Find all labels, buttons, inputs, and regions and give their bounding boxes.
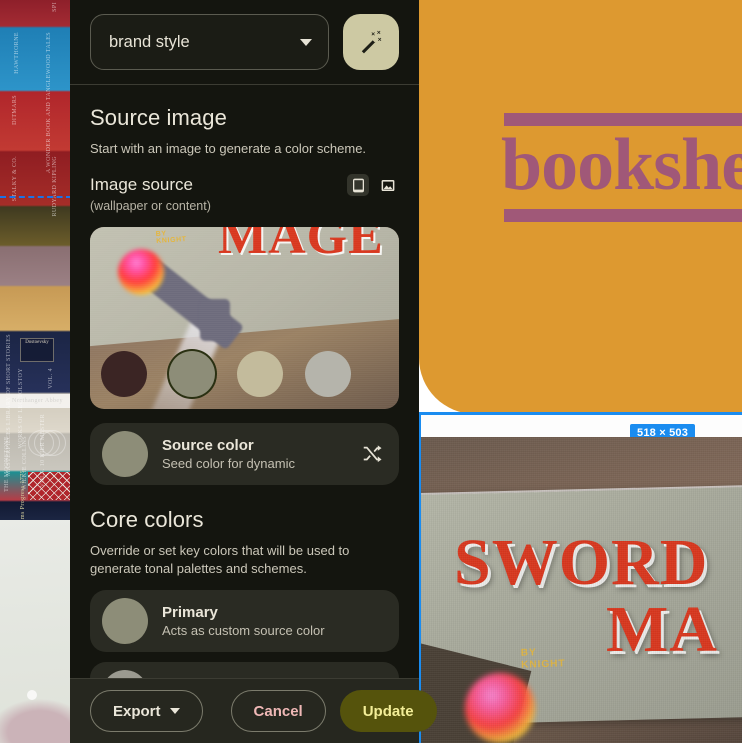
theme-builder-panel: brand style × × × Source image Start wit… xyxy=(70,0,437,743)
source-color-tile[interactable]: Source color Seed color for dynamic xyxy=(90,423,399,485)
extracted-swatch[interactable] xyxy=(101,351,147,397)
panel-footer: Export Cancel Update xyxy=(70,678,437,743)
core-colors-title: Core colors xyxy=(90,507,204,532)
cancel-button[interactable]: Cancel xyxy=(230,690,326,732)
measurement-guide-line xyxy=(0,196,72,198)
book-spine-label: VOL. 4 xyxy=(48,368,54,389)
phone-icon xyxy=(352,178,364,192)
extracted-swatch[interactable] xyxy=(169,351,215,397)
selection-outline-top xyxy=(419,412,742,415)
book-spine-label: Pilgrims Progress 1775 xyxy=(20,470,26,520)
primary-subtitle: Acts as custom source color xyxy=(162,623,325,638)
export-label: Export xyxy=(113,702,161,720)
extracted-swatch[interactable] xyxy=(305,351,351,397)
photo-grain xyxy=(421,437,742,743)
book-spine-label: Dostoevsky xyxy=(20,338,54,362)
extracted-swatch-row xyxy=(101,351,351,397)
extracted-swatch[interactable] xyxy=(237,351,283,397)
core-color-primary-tile[interactable]: Primary Acts as custom source color xyxy=(90,590,399,652)
source-image-thumbnail[interactable]: BY KNIGHT MAGE xyxy=(90,227,399,409)
svg-text:×: × xyxy=(378,36,382,43)
svg-text:×: × xyxy=(371,31,375,38)
source-color-text: Source color Seed color for dynamic xyxy=(162,436,347,472)
wallpaper-source-toggle[interactable] xyxy=(347,174,369,196)
book-spine-label: THE MOONSTONE xyxy=(4,436,10,492)
style-select-value: brand style xyxy=(109,32,190,51)
image-source-toggle-group xyxy=(347,174,399,196)
screen-root: SPI A WONDER BOOK AND TANGLEWOOD TALES H… xyxy=(0,0,742,743)
book-spine-label: RUDYARD KIPLING xyxy=(52,156,58,217)
book-spine-label: WORKS OF LEO TOLSTOY xyxy=(18,368,24,449)
book-spine-label: SPI xyxy=(52,2,58,12)
core-color-next-tile[interactable] xyxy=(90,662,399,678)
magic-wand-button[interactable]: × × × xyxy=(343,14,399,70)
content-source-toggle[interactable] xyxy=(377,174,399,196)
sword-mage-photo[interactable]: SWORD MA BY KNIGHT xyxy=(421,437,742,743)
image-source-hint: (wallpaper or content) xyxy=(90,199,211,213)
magic-wand-icon: × × × xyxy=(361,30,382,54)
picture-icon xyxy=(381,179,395,191)
book-spine-label: A WONDER BOOK AND TANGLEWOOD TALES xyxy=(46,32,52,174)
panel-header: brand style × × × xyxy=(70,0,419,85)
next-color-swatch[interactable] xyxy=(102,670,148,678)
cancel-label: Cancel xyxy=(253,702,303,720)
photo-highlight xyxy=(27,690,37,700)
book-spine-label: STALKY & CO. xyxy=(12,156,18,202)
spine-band xyxy=(0,394,72,408)
chevron-down-icon xyxy=(300,38,312,46)
style-select[interactable]: brand style xyxy=(90,14,329,70)
source-color-subtitle: Seed color for dynamic xyxy=(162,456,295,471)
source-color-swatch[interactable] xyxy=(102,431,148,477)
export-button[interactable]: Export xyxy=(90,690,203,732)
book-spine-label: HAWTHORNE xyxy=(14,32,20,74)
primary-text: Primary Acts as custom source color xyxy=(162,603,383,639)
book-spine-label: VOLS. 10 KIER MESTER xyxy=(40,414,46,488)
hero-rule-bottom xyxy=(504,209,742,222)
source-image-title: Source image xyxy=(90,105,227,130)
core-colors-subtitle: Override or set key colors that will be … xyxy=(90,543,350,576)
panel-body: Source image Start with an image to gene… xyxy=(70,85,419,678)
secondary-photo xyxy=(0,520,72,743)
update-label: Update xyxy=(362,702,414,720)
image-source-row: Image source xyxy=(90,174,399,196)
primary-title: Primary xyxy=(162,604,218,621)
primary-color-swatch[interactable] xyxy=(102,598,148,644)
hero-title: bookshe xyxy=(501,124,742,206)
update-button[interactable]: Update xyxy=(339,690,437,732)
hero-card: bookshe xyxy=(419,0,742,414)
source-color-title: Source color xyxy=(162,437,254,454)
book-spine-label: DITMARS xyxy=(12,95,18,125)
bookshelf-photo: SPI A WONDER BOOK AND TANGLEWOOD TALES H… xyxy=(0,0,72,520)
source-image-subtitle: Start with an image to generate a color … xyxy=(90,141,367,156)
spine-pattern xyxy=(28,472,72,500)
chevron-down-icon xyxy=(169,708,180,714)
shuffle-icon[interactable] xyxy=(361,443,383,465)
image-source-label: Image source xyxy=(90,175,193,194)
